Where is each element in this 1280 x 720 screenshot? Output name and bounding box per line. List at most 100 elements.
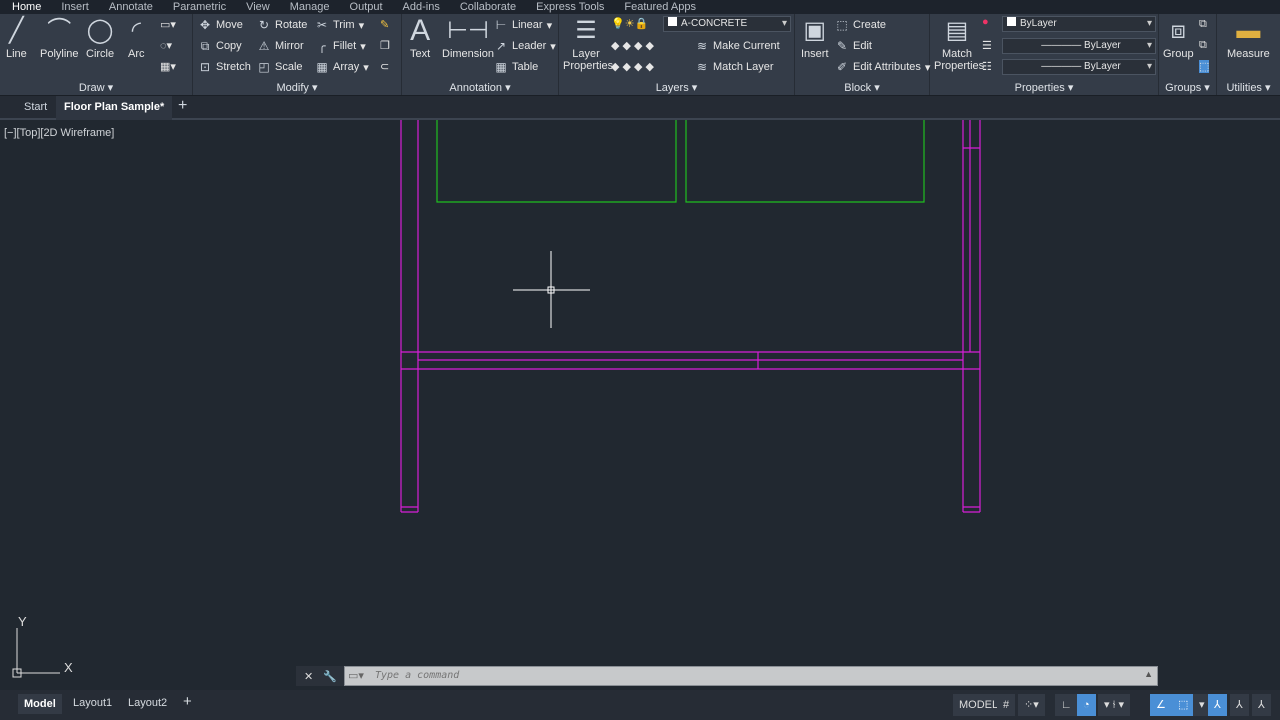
make-current-button[interactable]: ≋ Make Current xyxy=(695,39,780,53)
fillet-icon: ╭ xyxy=(318,39,326,53)
measure-button[interactable]: ▬ Measure xyxy=(1227,16,1270,60)
command-history-icon[interactable]: ▭▾ xyxy=(348,669,364,682)
layers-panel-title[interactable]: Layers ▾ xyxy=(559,81,794,94)
tab-model[interactable]: Model xyxy=(18,694,62,714)
tab-parametric[interactable]: Parametric xyxy=(173,0,226,14)
dimension-icon: ⊢⊣ xyxy=(447,17,489,44)
arc-button[interactable]: ◜ Arc xyxy=(128,16,145,60)
explode-icon[interactable]: ❐ xyxy=(380,39,390,52)
draw-panel-title[interactable]: Draw ▾ xyxy=(0,81,192,94)
ellipse-icon[interactable]: ◌▾ xyxy=(160,39,172,52)
annotation-visibility-icon[interactable]: ⅄ xyxy=(1208,694,1227,716)
leader-button[interactable]: ↗ Leader ▾ xyxy=(494,39,556,53)
tab-floor-plan[interactable]: Floor Plan Sample* xyxy=(56,96,173,120)
scale-button[interactable]: ◰ Scale xyxy=(257,60,302,74)
viewport-controls[interactable]: [−][Top][2D Wireframe] xyxy=(4,127,114,139)
match-properties-icon: ▤ xyxy=(945,17,969,44)
text-icon: A xyxy=(410,14,431,47)
polyline-button[interactable]: ⌒ Polyline xyxy=(40,16,79,60)
tab-annotate[interactable]: Annotate xyxy=(109,0,153,14)
modify-panel-title[interactable]: Modify ▾ xyxy=(193,81,401,94)
layer-state-icons[interactable]: 💡☀🔒 xyxy=(611,17,648,30)
block-panel-title[interactable]: Block ▾ xyxy=(795,81,929,94)
command-input[interactable] xyxy=(375,670,1075,681)
utilities-panel-title[interactable]: Utilities ▾ xyxy=(1217,81,1280,94)
group-button[interactable]: ⧈ Group xyxy=(1163,16,1194,60)
expand-history-icon[interactable]: ▲ xyxy=(1144,669,1153,679)
walls xyxy=(400,120,981,513)
tab-view[interactable]: View xyxy=(246,0,270,14)
tab-manage[interactable]: Manage xyxy=(290,0,330,14)
annotation-panel-title[interactable]: Annotation ▾ xyxy=(402,81,558,94)
erase-icon[interactable]: ✎ xyxy=(380,18,389,31)
ungroup-icon[interactable]: ⧉ xyxy=(1199,18,1207,31)
match-layer-button[interactable]: ≋ Match Layer xyxy=(695,60,774,74)
array-icon: ▦ xyxy=(316,60,328,74)
ucs-icon: Y X xyxy=(12,614,73,678)
drawing-canvas[interactable]: Y X xyxy=(0,120,1280,688)
edit-block-button[interactable]: ✎ Edit xyxy=(835,39,872,53)
rectangle-icon[interactable]: ▭▾ xyxy=(160,18,176,31)
tab-output[interactable]: Output xyxy=(350,0,383,14)
new-tab-button[interactable]: + xyxy=(178,97,187,115)
linear-button[interactable]: ⊢ Linear ▾ xyxy=(494,18,552,32)
trim-button[interactable]: ✂ Trim ▾ xyxy=(315,18,364,32)
auto-scale-icon[interactable]: ⅄ xyxy=(1230,694,1249,716)
layer-dropdown[interactable]: A-CONCRETE xyxy=(663,16,791,32)
object-snap-icon[interactable]: ⬚ xyxy=(1172,694,1195,716)
tab-layout1[interactable]: Layout1 xyxy=(73,697,112,709)
rotate-button[interactable]: ↻ Rotate xyxy=(257,18,307,32)
snap-icon[interactable]: ⁘▾ xyxy=(1018,694,1045,716)
properties-panel-title[interactable]: Properties ▾ xyxy=(930,81,1158,94)
edit-attributes-button[interactable]: ✐ Edit Attributes ▾ xyxy=(835,60,930,74)
color-wheel-icon: ● xyxy=(982,16,989,28)
hatch-icon[interactable]: ▦▾ xyxy=(160,60,176,73)
match-properties-button[interactable]: ▤ Match Properties xyxy=(934,16,984,72)
groups-panel-title[interactable]: Groups ▾ xyxy=(1159,81,1216,94)
trim-icon: ✂ xyxy=(316,18,328,32)
offset-icon[interactable]: ⊂ xyxy=(380,60,389,73)
osnap-tracking-icon[interactable]: ∠ xyxy=(1150,694,1172,716)
move-button[interactable]: ✥ Move xyxy=(198,18,243,32)
insert-button[interactable]: ▣ Insert xyxy=(801,16,829,60)
tab-addins[interactable]: Add-ins xyxy=(403,0,440,14)
line-button[interactable]: ╱ Line xyxy=(6,16,27,60)
tab-home[interactable]: Home xyxy=(12,0,41,14)
create-block-button[interactable]: ⬚ Create xyxy=(835,18,886,32)
tab-start[interactable]: Start xyxy=(24,101,47,113)
layer-stack-icon: ☰ xyxy=(575,17,597,44)
annotation-scale-icon[interactable]: ⅄ xyxy=(1252,694,1271,716)
tab-layout2[interactable]: Layout2 xyxy=(128,697,167,709)
text-button[interactable]: A Text xyxy=(410,14,431,61)
mirror-button[interactable]: ⚠ Mirror xyxy=(257,39,304,53)
close-icon[interactable]: ✕ xyxy=(304,670,313,683)
array-button[interactable]: ▦ Array ▾ xyxy=(315,60,368,74)
group-select-icon[interactable]: ⬚ xyxy=(1199,60,1210,73)
layer-tools-icons-2[interactable]: ◆ ◆ ◆ ◆ xyxy=(611,60,654,73)
layer-properties-button[interactable]: ☰ Layer Properties xyxy=(563,16,613,72)
layer-tools-icons[interactable]: ◆ ◆ ◆ ◆ xyxy=(611,39,654,52)
insert-icon: ▣ xyxy=(803,17,827,44)
stretch-button[interactable]: ⊡ Stretch xyxy=(198,60,251,74)
wrench-icon[interactable]: 🔧 xyxy=(323,670,337,683)
lineweight-dropdown[interactable]: ———— ByLayer xyxy=(1002,59,1156,75)
tab-featured-apps[interactable]: Featured Apps xyxy=(624,0,696,14)
linetype-dropdown[interactable]: ———— ByLayer xyxy=(1002,38,1156,54)
polar-dropdown-icon[interactable]: ▾ ⫮ ▾ xyxy=(1098,694,1130,716)
polar-tracking-icon[interactable]: ◔ xyxy=(1077,694,1096,716)
color-dropdown[interactable]: ByLayer xyxy=(1002,16,1156,32)
copy-icon: ⧉ xyxy=(200,39,210,53)
tab-express-tools[interactable]: Express Tools xyxy=(536,0,604,14)
ortho-icon[interactable]: ∟ xyxy=(1055,694,1078,716)
ribbon-tab-bar: Home Insert Annotate Parametric View Man… xyxy=(0,0,1280,14)
circle-button[interactable]: ◯ Circle xyxy=(86,16,114,60)
tab-insert[interactable]: Insert xyxy=(61,0,89,14)
fillet-button[interactable]: ╭ Fillet ▾ xyxy=(315,39,365,53)
grid-icon[interactable]: # xyxy=(997,694,1016,716)
group-edit-icon[interactable]: ⧉ xyxy=(1199,39,1207,52)
dimension-button[interactable]: ⊢⊣ Dimension xyxy=(442,16,494,60)
tab-collaborate[interactable]: Collaborate xyxy=(460,0,516,14)
copy-button[interactable]: ⧉ Copy xyxy=(198,39,242,53)
add-layout-button[interactable]: + xyxy=(183,693,192,710)
table-button[interactable]: ▦ Table xyxy=(494,60,538,74)
